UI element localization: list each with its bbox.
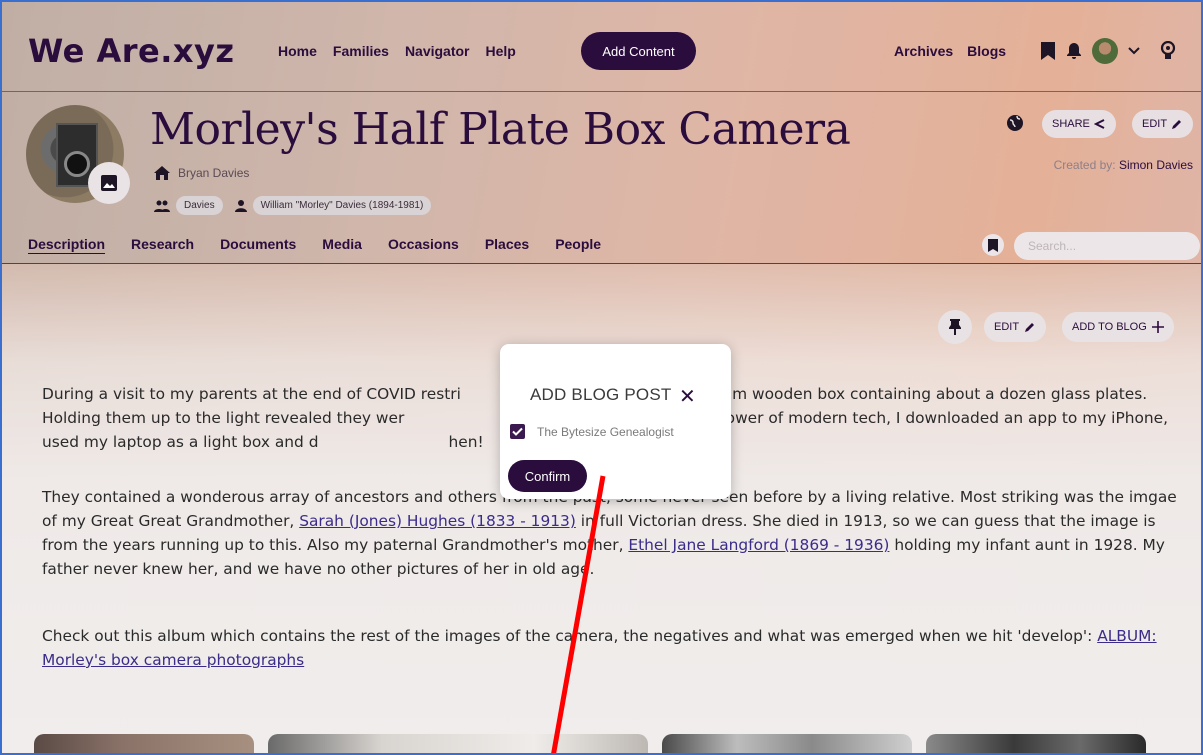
owner-row: Bryan Davies — [154, 166, 249, 180]
tab-description[interactable]: Description — [28, 236, 105, 252]
share-button[interactable]: SHARE — [1042, 110, 1116, 138]
plus-icon — [1151, 321, 1164, 333]
search-input[interactable] — [1014, 232, 1200, 260]
nav-icon-group — [1040, 38, 1176, 64]
edit-description-label: EDIT — [994, 321, 1020, 333]
change-photo-button[interactable] — [88, 162, 130, 204]
browser-frame: We Are.xyz Home Families Navigator Help … — [0, 0, 1203, 755]
lightbulb-icon[interactable] — [1160, 41, 1176, 61]
nav-navigator[interactable]: Navigator — [405, 43, 470, 59]
thumbnail-4[interactable] — [926, 734, 1146, 753]
person-icon — [234, 199, 247, 212]
share-label: SHARE — [1052, 118, 1090, 130]
chevron-down-icon[interactable] — [1128, 47, 1140, 55]
home-icon — [154, 166, 170, 180]
dialog-title: ADD BLOG POST — [530, 385, 672, 404]
notifications-bell-icon[interactable] — [1066, 42, 1082, 60]
page-title: Morley's Half Plate Box Camera — [150, 104, 851, 155]
nav-archives[interactable]: Archives — [894, 43, 953, 59]
add-content-button[interactable]: Add Content — [581, 32, 696, 70]
nav-families[interactable]: Families — [333, 43, 389, 59]
tab-documents[interactable]: Documents — [220, 236, 296, 252]
user-avatar[interactable] — [1092, 38, 1118, 64]
edit-item-button[interactable]: EDIT — [1132, 110, 1194, 138]
share-icon — [1093, 119, 1105, 129]
blog-checkbox[interactable] — [510, 424, 525, 439]
edit-label: EDIT — [1142, 118, 1168, 130]
owner-name[interactable]: Bryan Davies — [178, 166, 249, 180]
thumbnail-3[interactable] — [662, 734, 912, 753]
add-blog-post-dialog: ADD BLOG POST ✕ The Bytesize Genealogist… — [500, 344, 731, 499]
add-to-blog-label: ADD TO BLOG — [1072, 321, 1147, 333]
thumbnail-1[interactable] — [34, 734, 254, 753]
created-by-prefix: Created by: — [1053, 158, 1116, 172]
tab-research[interactable]: Research — [131, 236, 194, 252]
paragraph-2: They contained a wonderous array of ance… — [42, 488, 1177, 578]
thumbnail-2[interactable] — [268, 734, 648, 753]
description-content: EDIT ADD TO BLOG During a visit to my pa… — [2, 264, 1201, 753]
item-header: Morley's Half Plate Box Camera Bryan Dav… — [2, 92, 1201, 264]
close-icon[interactable]: ✕ — [679, 384, 696, 409]
checkmark-icon — [512, 427, 523, 436]
blog-option-label[interactable]: The Bytesize Genealogist — [537, 425, 674, 439]
edit-description-button[interactable]: EDIT — [984, 312, 1047, 342]
bookmarks-icon[interactable] — [1040, 41, 1056, 61]
tab-places[interactable]: Places — [485, 236, 529, 252]
bookmark-button[interactable] — [982, 234, 1004, 256]
family-tag[interactable]: Davies — [176, 196, 223, 215]
pencil-icon — [1172, 120, 1182, 129]
created-by: Created by: Simon Davies — [1054, 158, 1193, 172]
nav-blogs[interactable]: Blogs — [967, 43, 1006, 59]
nav-home[interactable]: Home — [278, 43, 317, 59]
tag-row: Davies William "Morley" Davies (1894-198… — [154, 196, 432, 215]
main-nav-links: Home Families Navigator Help — [278, 43, 516, 59]
image-icon — [101, 175, 117, 191]
paragraph-3: Check out this album which contains the … — [42, 627, 1157, 669]
created-by-name[interactable]: Simon Davies — [1119, 158, 1193, 172]
tab-occasions[interactable]: Occasions — [388, 236, 459, 252]
link-ethel-langford[interactable]: Ethel Jane Langford (1869 - 1936) — [628, 536, 889, 554]
family-group-icon — [154, 200, 170, 212]
right-nav-links: Archives Blogs — [894, 43, 1006, 59]
confirm-button[interactable]: Confirm — [508, 460, 587, 492]
media-thumbnails — [34, 734, 1146, 753]
pin-button[interactable] — [938, 310, 972, 344]
site-logo[interactable]: We Are.xyz — [28, 32, 235, 70]
bookmark-icon — [988, 238, 998, 252]
top-navigation: We Are.xyz Home Families Navigator Help … — [2, 2, 1201, 92]
section-tabs: Description Research Documents Media Occ… — [28, 236, 601, 252]
pencil-icon — [1025, 323, 1035, 332]
tab-people[interactable]: People — [555, 236, 601, 252]
link-sarah-hughes[interactable]: Sarah (Jones) Hughes (1833 - 1913) — [299, 512, 576, 530]
pin-icon — [949, 319, 961, 335]
person-tag[interactable]: William "Morley" Davies (1894-1981) — [252, 196, 432, 215]
add-to-blog-button[interactable]: ADD TO BLOG — [1062, 312, 1174, 342]
globe-visibility-icon[interactable] — [1006, 114, 1024, 132]
tab-media[interactable]: Media — [322, 236, 362, 252]
nav-help[interactable]: Help — [486, 43, 516, 59]
